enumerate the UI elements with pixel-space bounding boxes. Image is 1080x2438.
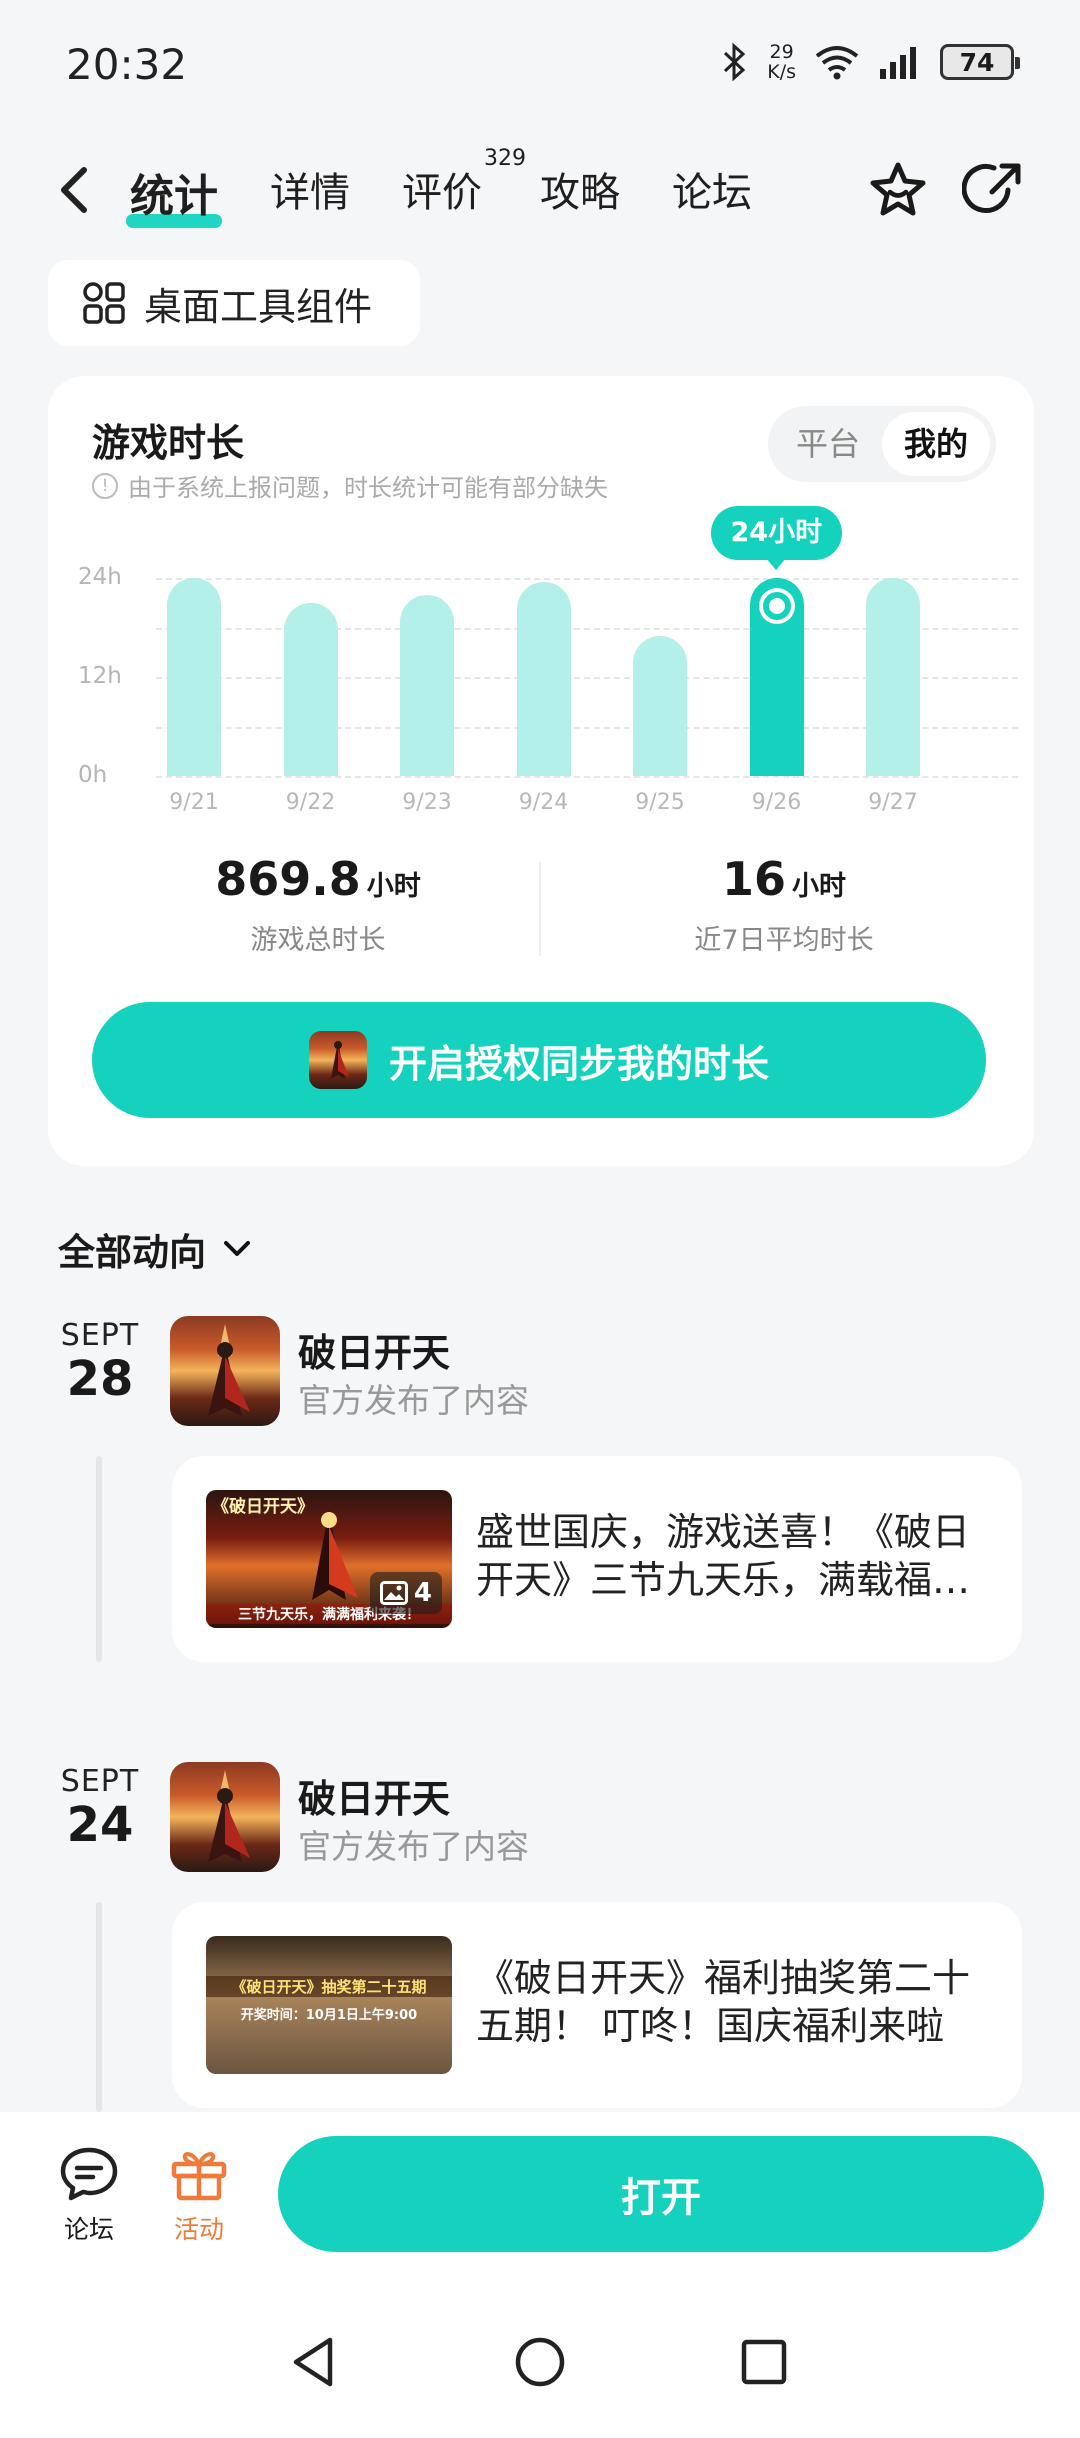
x-tick-label: 9/24 (518, 790, 569, 815)
top-nav: 统计 详情 评价 329 攻略 论坛 (0, 140, 1080, 240)
signal-icon (880, 47, 916, 79)
post-image-title: 《破日开天》抽奖第二十五期 (206, 1976, 452, 1997)
total-time-unit: 小时 (366, 871, 421, 902)
gift-icon (171, 2152, 227, 2201)
nav-home-icon[interactable] (512, 2332, 568, 2392)
activity-shortcut-label: 活动 (173, 2215, 224, 2244)
chevron-down-icon (224, 1241, 250, 1256)
post-image-caption: 开奖时间：10月1日上午9:00 (240, 2008, 418, 2023)
feed-filter-label: 全部动向 (58, 1231, 206, 1274)
tab-guides[interactable]: 攻略 (540, 160, 620, 232)
post-card[interactable]: 《破日开天》抽奖第二十五期 开奖时间：10月1日上午9:00 《破日开天》福利抽… (172, 1902, 1022, 2108)
tab-stats[interactable]: 统计 (126, 160, 222, 232)
tab-reviews[interactable]: 评价 329 (402, 146, 526, 232)
status-time: 20:32 (66, 40, 188, 89)
bar-9-22[interactable] (283, 602, 338, 776)
average-time-metric: 16 小时 近7日平均时长 (584, 852, 984, 957)
wifi-icon (815, 46, 859, 80)
game-icon (308, 1031, 367, 1089)
y-tick-label: 0h (78, 762, 108, 788)
total-time-label: 游戏总时长 (250, 925, 386, 956)
y-tick-label: 12h (78, 663, 122, 689)
card-note: ! 由于系统上报问题，时长统计可能有部分缺失 (92, 468, 608, 503)
toggle-mine[interactable]: 我的 (882, 412, 990, 476)
image-count-badge: 4 (369, 1572, 442, 1614)
x-tick-label: 9/23 (402, 790, 452, 815)
tab-forum[interactable]: 论坛 (672, 160, 752, 232)
tab-bar: 统计 详情 评价 329 攻略 论坛 (126, 146, 804, 232)
metric-divider (539, 862, 541, 956)
net-speed: 29 K/s (767, 41, 796, 83)
widget-chip-label: 桌面工具组件 (144, 284, 373, 329)
total-time-value: 869.8 (215, 852, 361, 906)
bluetooth-icon (724, 42, 746, 82)
bar-value-tooltip: 24小时 (710, 506, 843, 570)
open-game-button[interactable]: 打开 (278, 2136, 1044, 2252)
forum-shortcut[interactable]: 论坛 (44, 2146, 134, 2246)
desktop-widget-button[interactable]: 桌面工具组件 (48, 260, 420, 346)
sync-button-label: 开启授权同步我的时长 (388, 1041, 769, 1086)
x-tick-label: 9/25 (635, 790, 685, 815)
system-nav-bar (0, 2292, 1080, 2438)
feed-date: SEPT 28 (60, 1318, 140, 1407)
selected-bar-marker (762, 592, 791, 620)
activity-shortcut[interactable]: 活动 (154, 2146, 244, 2246)
bar-9-23[interactable] (400, 594, 454, 776)
game-avatar[interactable] (170, 1762, 280, 1872)
widget-grid-icon (83, 282, 125, 324)
card-title: 游戏时长 (92, 421, 245, 465)
average-time-unit: 小时 (792, 871, 846, 902)
timeline-line (96, 1902, 102, 2112)
share-icon[interactable] (962, 158, 1026, 222)
favorite-star-icon[interactable] (866, 158, 930, 222)
info-icon: ! (92, 472, 118, 499)
nav-recents-icon[interactable] (736, 2332, 792, 2392)
feed-filter[interactable]: 全部动向 (58, 1222, 254, 1276)
bar-9-21[interactable] (167, 578, 221, 776)
bar-9-25[interactable] (633, 635, 687, 776)
publisher-name[interactable]: 破日开天 (298, 1768, 450, 1823)
chat-bubble-icon (60, 2147, 118, 2201)
status-bar: 20:32 29 K/s 74 (0, 0, 1080, 130)
sync-playtime-button[interactable]: 开启授权同步我的时长 (92, 1002, 986, 1118)
total-time-metric: 869.8 小时 游戏总时长 (118, 852, 518, 957)
x-tick-label: 9/21 (169, 790, 219, 815)
publisher-action: 官方发布了内容 (298, 1827, 529, 1866)
bottom-action-bar: 论坛 活动 打开 (0, 2112, 1080, 2292)
x-tick-label: 9/22 (285, 790, 336, 815)
publisher-action: 官方发布了内容 (298, 1381, 529, 1420)
tab-details[interactable]: 详情 (270, 160, 350, 232)
feed-date: SEPT 24 (60, 1764, 140, 1853)
gallery-icon (379, 1581, 408, 1605)
play-time-chart: 24h 12h 0h 9/21 9/22 9/23 9/24 9/25 9/26 24小时 9/27 (78, 506, 1018, 846)
post-text: 盛世国庆，游戏送喜！《破日开天》三节九天乐，满载福利来袭！ (476, 1510, 971, 1602)
reviews-count-badge: 329 (484, 146, 526, 171)
toggle-platform[interactable]: 平台 (774, 412, 882, 476)
average-time-value: 16 (721, 852, 786, 906)
nav-back-icon[interactable] (286, 2332, 342, 2392)
play-time-card: 游戏时长 ! 由于系统上报问题，时长统计可能有部分缺失 平台 我的 24h 12h… (48, 376, 1034, 1166)
forum-shortcut-label: 论坛 (63, 2215, 114, 2244)
battery-indicator: 74 (940, 44, 1020, 80)
bar-9-27[interactable] (866, 578, 920, 776)
timeline-line (96, 1456, 102, 1662)
bar-9-24[interactable] (516, 582, 571, 776)
post-text: 《破日开天》福利抽奖第二十五期！ 叮咚！国庆福利来啦 (476, 1956, 971, 2048)
back-arrow-icon[interactable] (50, 162, 102, 218)
publisher-name[interactable]: 破日开天 (298, 1322, 450, 1377)
game-avatar[interactable] (170, 1316, 280, 1426)
scope-toggle: 平台 我的 (768, 406, 996, 482)
average-time-label: 近7日平均时长 (694, 925, 874, 956)
post-card[interactable]: 《破日开天》 三节九天乐，满满福利来袭！ 4 盛世国庆，游戏送喜！《破日开天》三… (172, 1456, 1022, 1662)
post-image: 《破日开天》抽奖第二十五期 开奖时间：10月1日上午9:00 (206, 1936, 452, 2074)
x-tick-label: 9/27 (868, 790, 918, 815)
status-icons: 29 K/s 74 (721, 41, 1020, 83)
gridline (156, 776, 1018, 778)
x-tick-label: 9/26 (751, 790, 802, 815)
post-image: 《破日开天》 三节九天乐，满满福利来袭！ 4 (206, 1490, 452, 1628)
y-tick-label: 24h (78, 564, 122, 590)
